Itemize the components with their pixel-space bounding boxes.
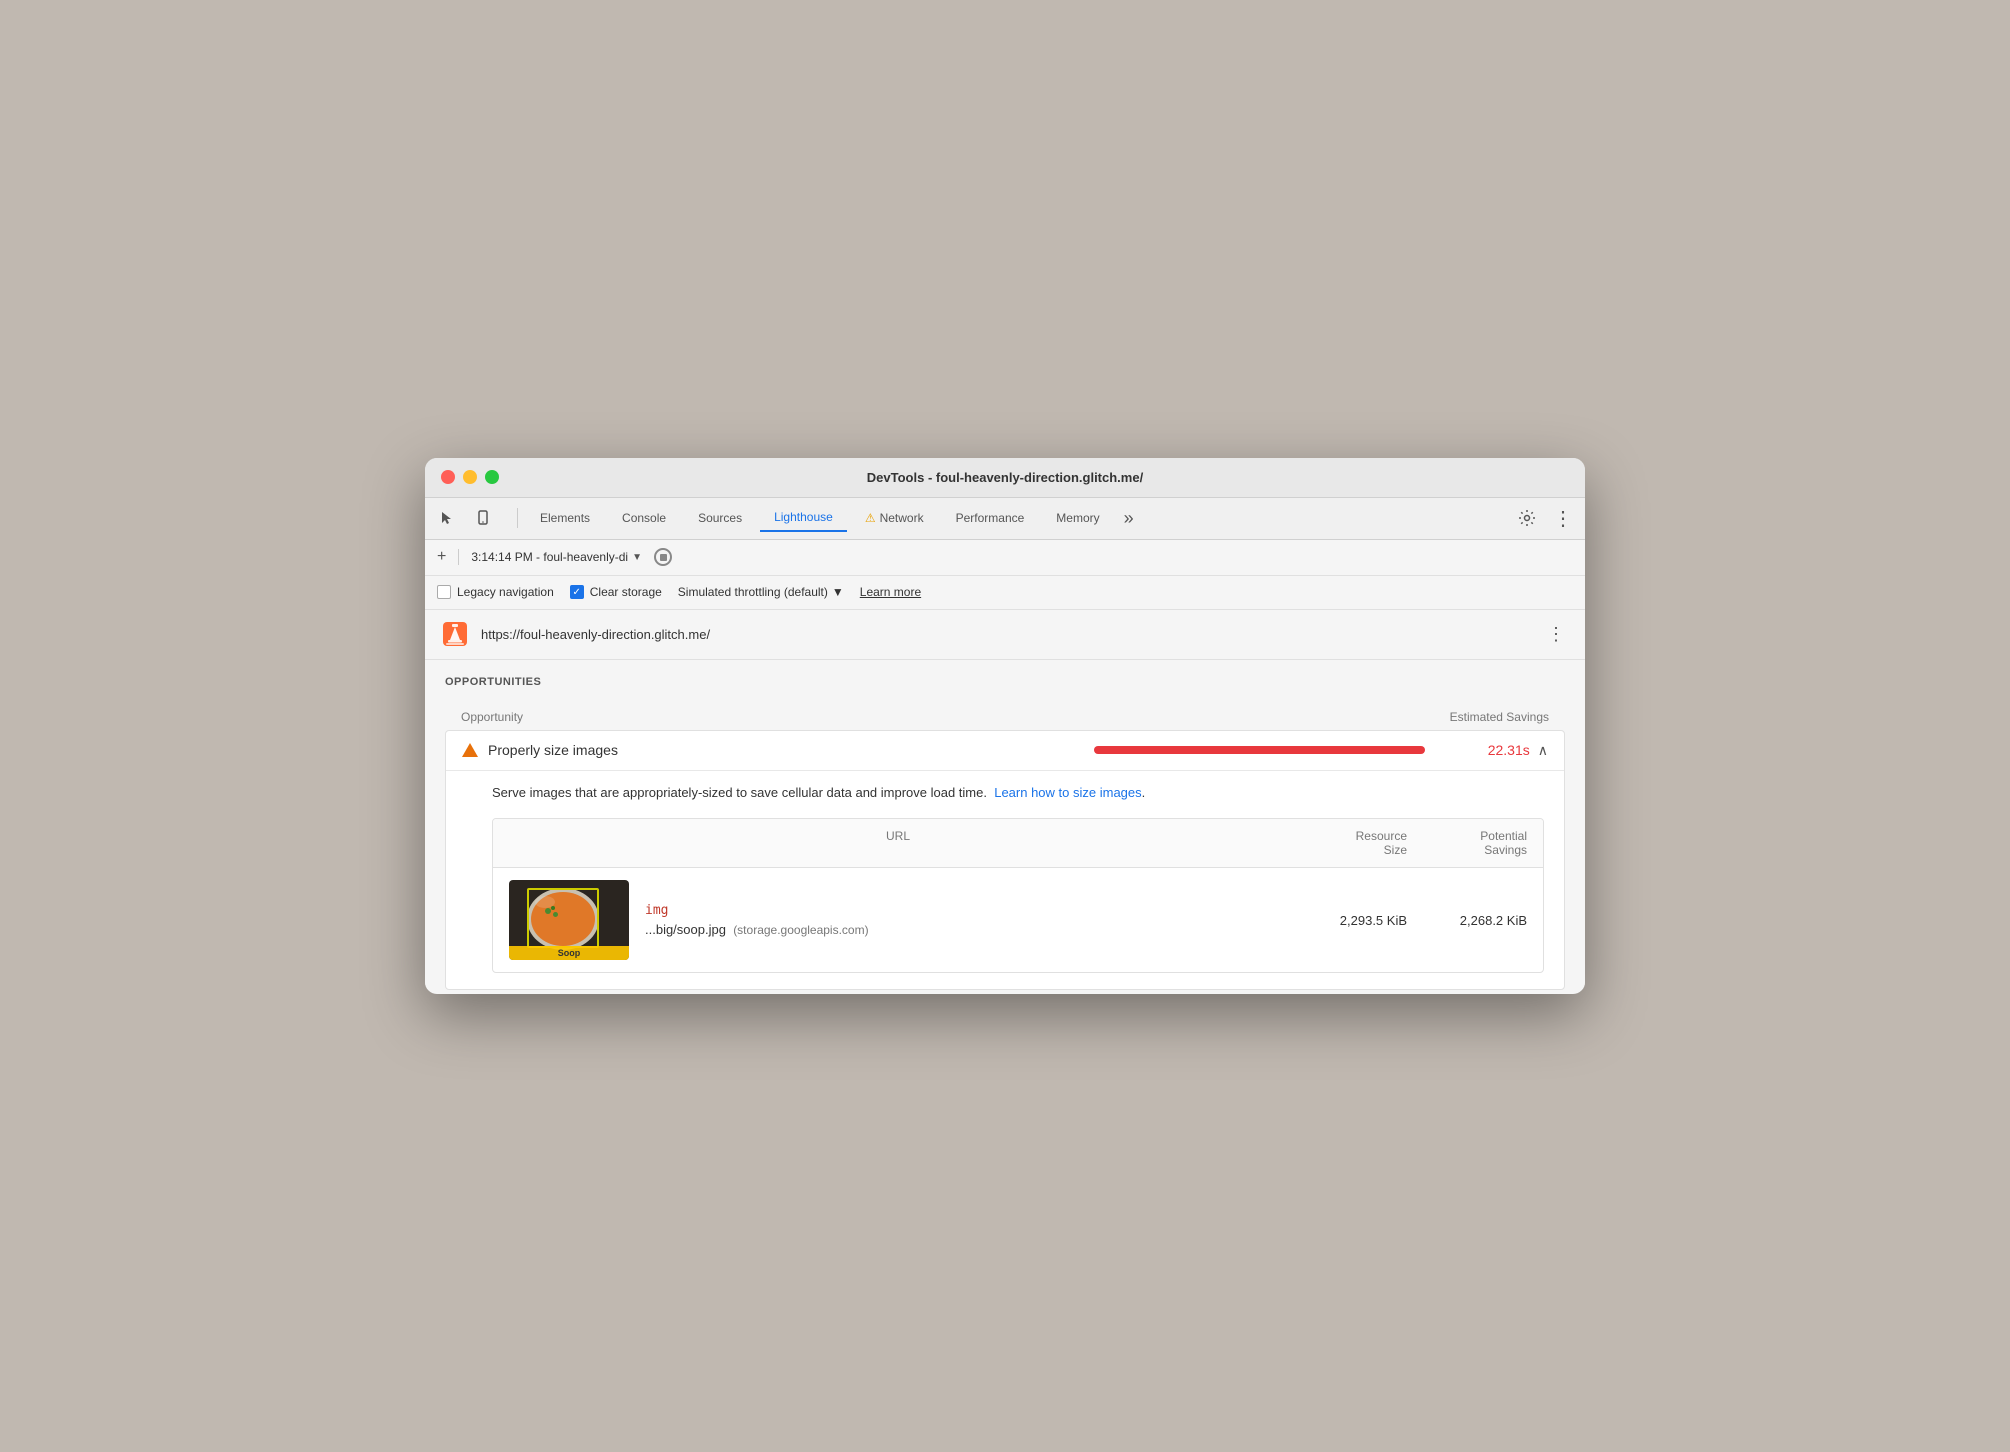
opportunities-table-header: Opportunity Estimated Savings xyxy=(445,704,1565,730)
settings-button[interactable] xyxy=(1513,504,1541,532)
url-more-button[interactable]: ⋮ xyxy=(1543,620,1569,649)
resource-domain: (storage.googleapis.com) xyxy=(733,923,868,937)
more-tabs-button[interactable]: » xyxy=(1118,506,1140,531)
add-icon: + xyxy=(437,548,446,566)
main-content: OPPORTUNITIES Opportunity Estimated Savi… xyxy=(425,660,1585,991)
audit-row-header[interactable]: Properly size images 22.31s ∧ xyxy=(446,731,1564,770)
audit-bar-container xyxy=(1094,746,1454,754)
url-bar: https://foul-heavenly-direction.glitch.m… xyxy=(425,610,1585,660)
resource-filename: ...big/soop.jpg (storage.googleapis.com) xyxy=(645,922,1287,937)
minimize-button[interactable] xyxy=(463,470,477,484)
more-options-button[interactable]: ⋮ xyxy=(1549,504,1577,532)
tab-network[interactable]: ⚠ Network xyxy=(851,505,938,531)
resource-savings-value: 2,268.2 KiB xyxy=(1407,913,1527,928)
learn-more-link[interactable]: Learn more xyxy=(860,585,921,599)
tab-performance[interactable]: Performance xyxy=(942,505,1039,531)
tab-sources[interactable]: Sources xyxy=(684,505,756,531)
audit-collapse-chevron-icon[interactable]: ∧ xyxy=(1538,742,1548,759)
tab-elements[interactable]: Elements xyxy=(526,505,604,531)
resource-element-tag: img xyxy=(645,903,1287,918)
audit-savings-value: 22.31s xyxy=(1470,742,1530,758)
device-toggle-button[interactable] xyxy=(469,504,497,532)
audit-title: Properly size images xyxy=(488,742,1078,758)
tab-console[interactable]: Console xyxy=(608,505,680,531)
tab-separator xyxy=(517,508,518,528)
stop-button[interactable] xyxy=(654,548,672,566)
resource-size-value: 2,293.5 KiB xyxy=(1287,913,1407,928)
col-url-header: URL xyxy=(509,829,1287,857)
col-header-savings: Estimated Savings xyxy=(1450,710,1549,724)
opportunities-title: OPPORTUNITIES xyxy=(445,676,1565,688)
resource-thumbnail: Soop xyxy=(509,880,629,960)
resource-table: URL Resource Size Potential Savings xyxy=(492,818,1544,973)
window-title: DevTools - foul-heavenly-direction.glitc… xyxy=(867,470,1143,485)
session-text: 3:14:14 PM - foul-heavenly-di xyxy=(471,550,628,564)
network-warning-icon: ⚠ xyxy=(865,511,876,525)
learn-how-link[interactable]: Learn how to size images xyxy=(994,785,1141,800)
legacy-navigation-check[interactable] xyxy=(437,585,451,599)
toolbar-divider xyxy=(458,549,459,565)
thumbnail-label: Soop xyxy=(509,946,629,960)
traffic-lights xyxy=(441,470,499,484)
audit-row-properly-size-images: Properly size images 22.31s ∧ Serve imag… xyxy=(445,730,1565,991)
thumbnail-border xyxy=(527,888,599,948)
tab-bar-right: ⋮ xyxy=(1513,504,1577,532)
tab-bar: Elements Console Sources Lighthouse ⚠ Ne… xyxy=(425,498,1585,540)
page-url: https://foul-heavenly-direction.glitch.m… xyxy=(481,627,1543,642)
clear-storage-check[interactable]: ✓ xyxy=(570,585,584,599)
lighthouse-logo-icon xyxy=(441,620,469,648)
legacy-navigation-checkbox[interactable]: Legacy navigation xyxy=(437,585,554,599)
resource-table-header: URL Resource Size Potential Savings xyxy=(493,819,1543,868)
secondary-toolbar: + 3:14:14 PM - foul-heavenly-di ▼ xyxy=(425,540,1585,576)
cursor-tool-button[interactable] xyxy=(433,504,461,532)
tab-lighthouse[interactable]: Lighthouse xyxy=(760,504,847,532)
resource-row: Soop img ...big/soop.jpg (storage.google… xyxy=(493,868,1543,972)
legacy-navigation-label: Legacy navigation xyxy=(457,585,554,599)
maximize-button[interactable] xyxy=(485,470,499,484)
tab-memory[interactable]: Memory xyxy=(1042,505,1113,531)
audit-savings-bar xyxy=(1094,746,1425,754)
title-bar: DevTools - foul-heavenly-direction.glitc… xyxy=(425,458,1585,498)
close-button[interactable] xyxy=(441,470,455,484)
throttling-label: Simulated throttling (default) xyxy=(678,585,828,599)
audit-warning-icon xyxy=(462,741,478,760)
session-dropdown-arrow: ▼ xyxy=(632,552,642,563)
options-bar: Legacy navigation ✓ Clear storage Simula… xyxy=(425,576,1585,610)
throttling-dropdown-arrow: ▼ xyxy=(832,585,844,599)
stop-icon xyxy=(660,554,667,561)
add-session-button[interactable]: + xyxy=(437,548,446,566)
col-potential-savings-header: Potential Savings xyxy=(1407,829,1527,857)
devtools-window: DevTools - foul-heavenly-direction.glitc… xyxy=(425,458,1585,995)
throttling-selector[interactable]: Simulated throttling (default) ▼ xyxy=(678,585,844,599)
clear-storage-checkbox[interactable]: ✓ Clear storage xyxy=(570,585,662,599)
col-header-opportunity: Opportunity xyxy=(461,710,1450,724)
tab-network-label: Network xyxy=(880,511,924,525)
resource-url-column: img ...big/soop.jpg (storage.googleapis.… xyxy=(645,903,1287,937)
opportunities-section: OPPORTUNITIES Opportunity Estimated Savi… xyxy=(425,660,1585,991)
col-resource-size-header: Resource Size xyxy=(1287,829,1407,857)
clear-storage-label: Clear storage xyxy=(590,585,662,599)
tab-icons xyxy=(433,504,497,532)
audit-description: Serve images that are appropriately-size… xyxy=(492,783,1544,803)
audit-expanded-content: Serve images that are appropriately-size… xyxy=(446,770,1564,990)
session-selector[interactable]: 3:14:14 PM - foul-heavenly-di ▼ xyxy=(471,550,642,564)
